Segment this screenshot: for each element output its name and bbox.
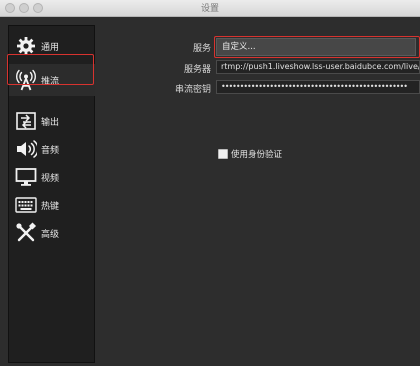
sidebar-item-label: 高级 [41, 229, 60, 240]
sidebar-item-label: 热键 [41, 201, 60, 212]
use-auth-checkbox-row[interactable]: 使用身份验证 [218, 148, 282, 160]
use-auth-label: 使用身份验证 [231, 150, 283, 160]
sidebar-item-label: 输出 [41, 117, 60, 128]
service-label: 服务 [192, 44, 211, 54]
server-label: 服务器 [183, 65, 211, 75]
sidebar-item-audio[interactable]: 音频 [9, 134, 95, 164]
service-select-highlight [214, 36, 420, 58]
monitor-icon [15, 166, 37, 188]
sidebar-item-video[interactable]: 视频 [9, 162, 95, 192]
use-auth-checkbox[interactable] [218, 149, 228, 159]
sidebar-item-label: 视频 [41, 173, 60, 184]
stream-key-label: 串流密钥 [174, 85, 211, 95]
stream-key-field[interactable]: ••••••••••••••••••••••••••••••••••••••••… [216, 80, 420, 94]
output-icon [15, 110, 37, 132]
window-title: 设置 [200, 4, 219, 14]
sidebar-item-label: 音频 [41, 145, 60, 156]
sidebar-item-output[interactable]: 输出 [9, 106, 95, 136]
sidebar-item-advanced[interactable]: 高级 [9, 218, 95, 248]
sidebar-item-hotkeys[interactable]: 热键 [9, 190, 95, 220]
server-field[interactable]: rtmp://push1.liveshow.lss-user.baidubce.… [216, 60, 420, 74]
sidebar-item-label: 通用 [41, 42, 60, 53]
tools-icon [15, 222, 37, 244]
keyboard-icon [15, 194, 37, 216]
settings-window: 通用 推流 输出 音频 视频 热键 高级 服务 自定义... 服务器 rtmp:… [0, 17, 420, 366]
stream-item-highlight [7, 54, 94, 85]
speaker-icon [15, 138, 37, 160]
title-bar: 设置 [0, 0, 420, 17]
